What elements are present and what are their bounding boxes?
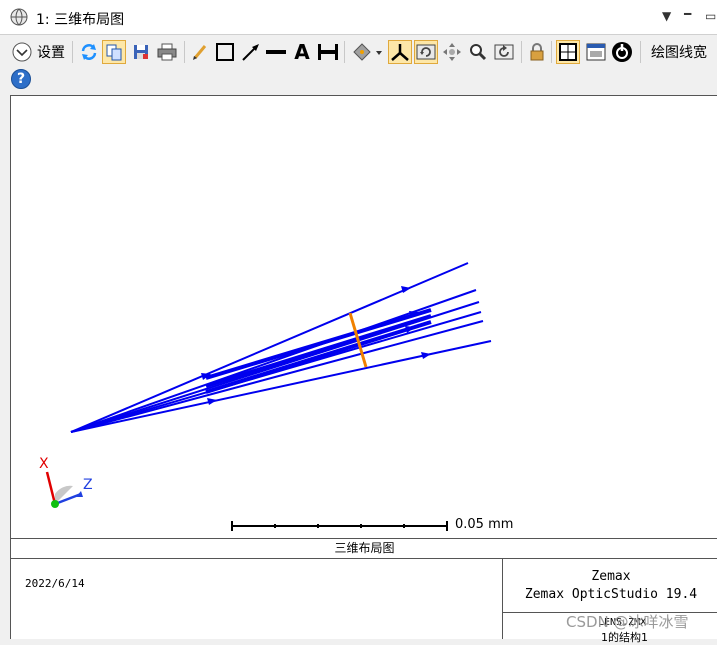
zoom-icon[interactable]	[466, 40, 490, 64]
fit-icon[interactable]	[556, 40, 580, 64]
help-icon[interactable]: ?	[11, 69, 31, 89]
line-width-menu[interactable]: 绘图线宽	[651, 42, 707, 62]
window-titlebar: 1: 三维布局图 ▼ ━ ▭	[0, 0, 717, 35]
line-icon[interactable]	[264, 40, 288, 64]
text-icon[interactable]: A	[290, 40, 314, 64]
scale-bar	[231, 521, 448, 531]
window-layout-icon[interactable]	[584, 40, 608, 64]
axes-icon[interactable]	[388, 40, 412, 64]
divider	[344, 41, 345, 63]
divider	[551, 41, 552, 63]
divider	[184, 41, 185, 63]
pencil-icon[interactable]	[188, 40, 212, 64]
app-icon	[10, 8, 28, 26]
product-name: Zemax OpticStudio 19.4	[524, 587, 698, 602]
window-title: 1: 三维布局图	[36, 12, 125, 28]
divider	[640, 41, 641, 63]
lock-icon[interactable]	[525, 40, 549, 64]
axis-x-label: X	[39, 456, 49, 472]
arrow-line-icon[interactable]	[239, 40, 263, 64]
rotate-tool-icon[interactable]	[414, 40, 438, 64]
restore-icon[interactable]: ▭	[705, 9, 716, 23]
divider	[521, 41, 522, 63]
dimension-icon[interactable]	[316, 40, 340, 64]
settings-button[interactable]: 设置	[37, 42, 65, 62]
watermark: CSDN @冰咩冰雪	[566, 613, 689, 631]
axis-triad: X Z	[39, 456, 93, 508]
print-icon[interactable]	[155, 40, 179, 64]
scale-bar-label: 0.05 mm	[455, 517, 514, 532]
layout-plot-canvas[interactable]: X Z 0.05 mm	[10, 95, 717, 539]
divider	[72, 41, 73, 63]
save-icon[interactable]	[129, 40, 153, 64]
rectangle-icon[interactable]	[213, 40, 237, 64]
plot-date: 2022/6/14	[25, 577, 85, 590]
company-name: Zemax	[591, 569, 631, 584]
pan-icon[interactable]	[440, 40, 464, 64]
axis-z-label: Z	[83, 477, 93, 493]
reset-view-icon[interactable]	[492, 40, 516, 64]
layout-plot-svg: X Z	[39, 262, 492, 531]
copy-icon[interactable]	[102, 40, 126, 64]
pin-icon[interactable]: ━	[684, 7, 691, 21]
ray-bundle	[70, 262, 492, 433]
plot-caption: 三维布局图	[11, 538, 717, 559]
power-target-icon[interactable]	[610, 40, 634, 64]
view-dropdown-icon[interactable]	[350, 40, 384, 64]
window-menu-arrow-icon[interactable]: ▼	[662, 9, 671, 23]
settings-chevron-icon[interactable]	[10, 40, 34, 64]
refresh-icon[interactable]	[77, 40, 101, 64]
toolbar: 设置 A 绘图线宽 ?	[0, 35, 717, 95]
